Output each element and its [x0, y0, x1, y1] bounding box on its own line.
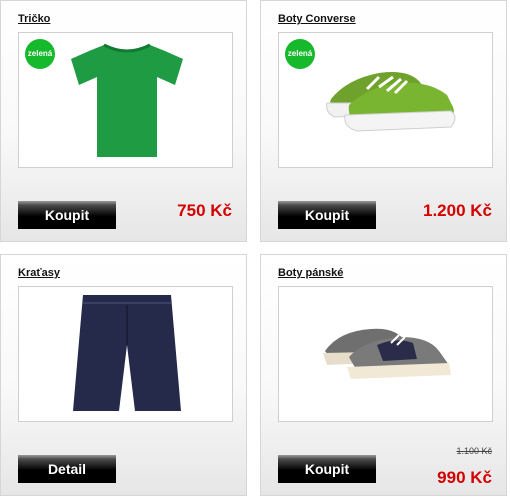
- detail-button[interactable]: Detail: [18, 455, 116, 483]
- navy-shorts-icon: [73, 295, 181, 411]
- product-image[interactable]: [278, 286, 493, 422]
- product-title-link[interactable]: Boty Converse: [278, 13, 356, 25]
- product-title-link[interactable]: Boty pánské: [278, 267, 343, 279]
- product-card: Kraťasy Detail: [0, 254, 247, 496]
- buy-button[interactable]: Koupit: [18, 201, 116, 229]
- grey-navy-shoes-icon: [323, 328, 451, 379]
- color-badge: zelená: [25, 39, 55, 69]
- buy-button[interactable]: Koupit: [278, 201, 376, 229]
- price: 1.200 Kč: [423, 201, 492, 220]
- buy-button[interactable]: Koupit: [278, 455, 376, 483]
- product-image[interactable]: zelená: [278, 32, 493, 168]
- product-title-link[interactable]: Tričko: [18, 13, 50, 25]
- product-title-link[interactable]: Kraťasy: [18, 267, 60, 279]
- color-badge: zelená: [285, 39, 315, 69]
- price: 990 Kč: [437, 468, 492, 487]
- product-card: Boty pánské Koupit 1.100 Kč 990 Kč: [260, 254, 507, 496]
- product-card: Boty Converse zelená Koupit 1.200 Kč: [260, 0, 507, 242]
- product-image[interactable]: [18, 286, 233, 422]
- old-price: 1.100 Kč: [456, 446, 492, 456]
- product-card: Tričko zelená Koupit 750 Kč: [0, 0, 247, 242]
- product-image[interactable]: zelená: [18, 32, 233, 168]
- price: 750 Kč: [177, 201, 232, 220]
